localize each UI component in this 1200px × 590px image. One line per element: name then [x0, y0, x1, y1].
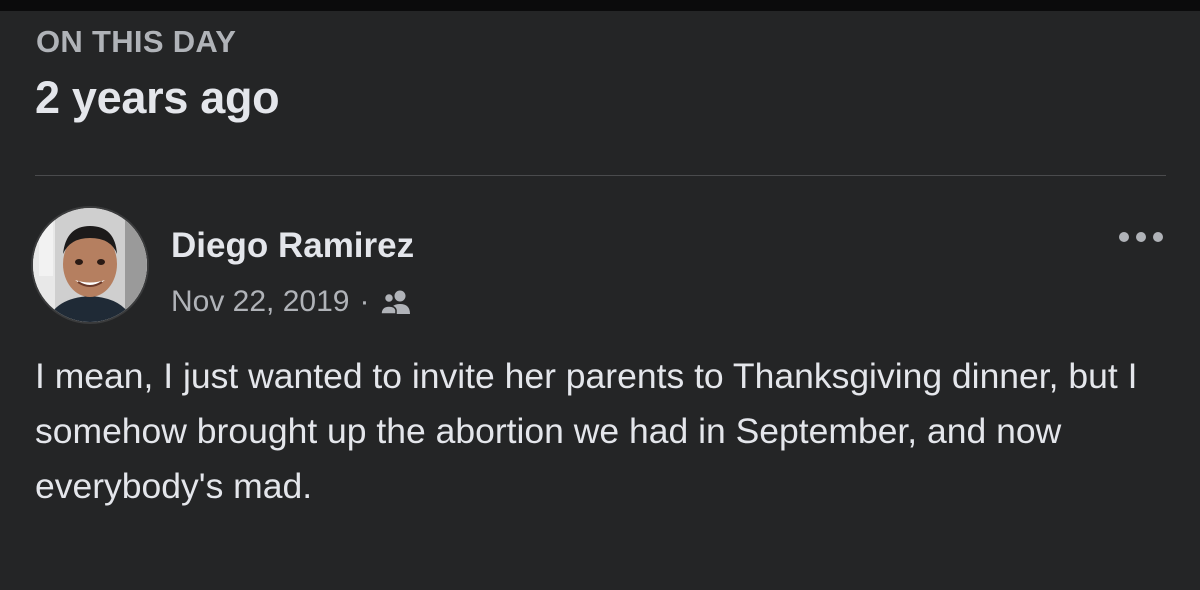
- friends-icon[interactable]: [379, 288, 413, 316]
- more-options-button[interactable]: [1112, 222, 1170, 256]
- status-bar-edge: [0, 0, 1200, 11]
- post-text: I mean, I just wanted to invite her pare…: [35, 356, 1138, 506]
- memory-title: 2 years ago: [35, 72, 280, 123]
- meta-separator: ·: [359, 285, 370, 318]
- divider: [35, 175, 1166, 176]
- memory-label: ON THIS DAY: [36, 24, 237, 59]
- avatar[interactable]: [33, 208, 147, 322]
- author-name[interactable]: Diego Ramirez: [171, 226, 414, 266]
- post-date[interactable]: Nov 22, 2019: [171, 285, 349, 319]
- post-meta: Nov 22, 2019 ·: [171, 282, 413, 322]
- more-options-icon: [1117, 230, 1165, 248]
